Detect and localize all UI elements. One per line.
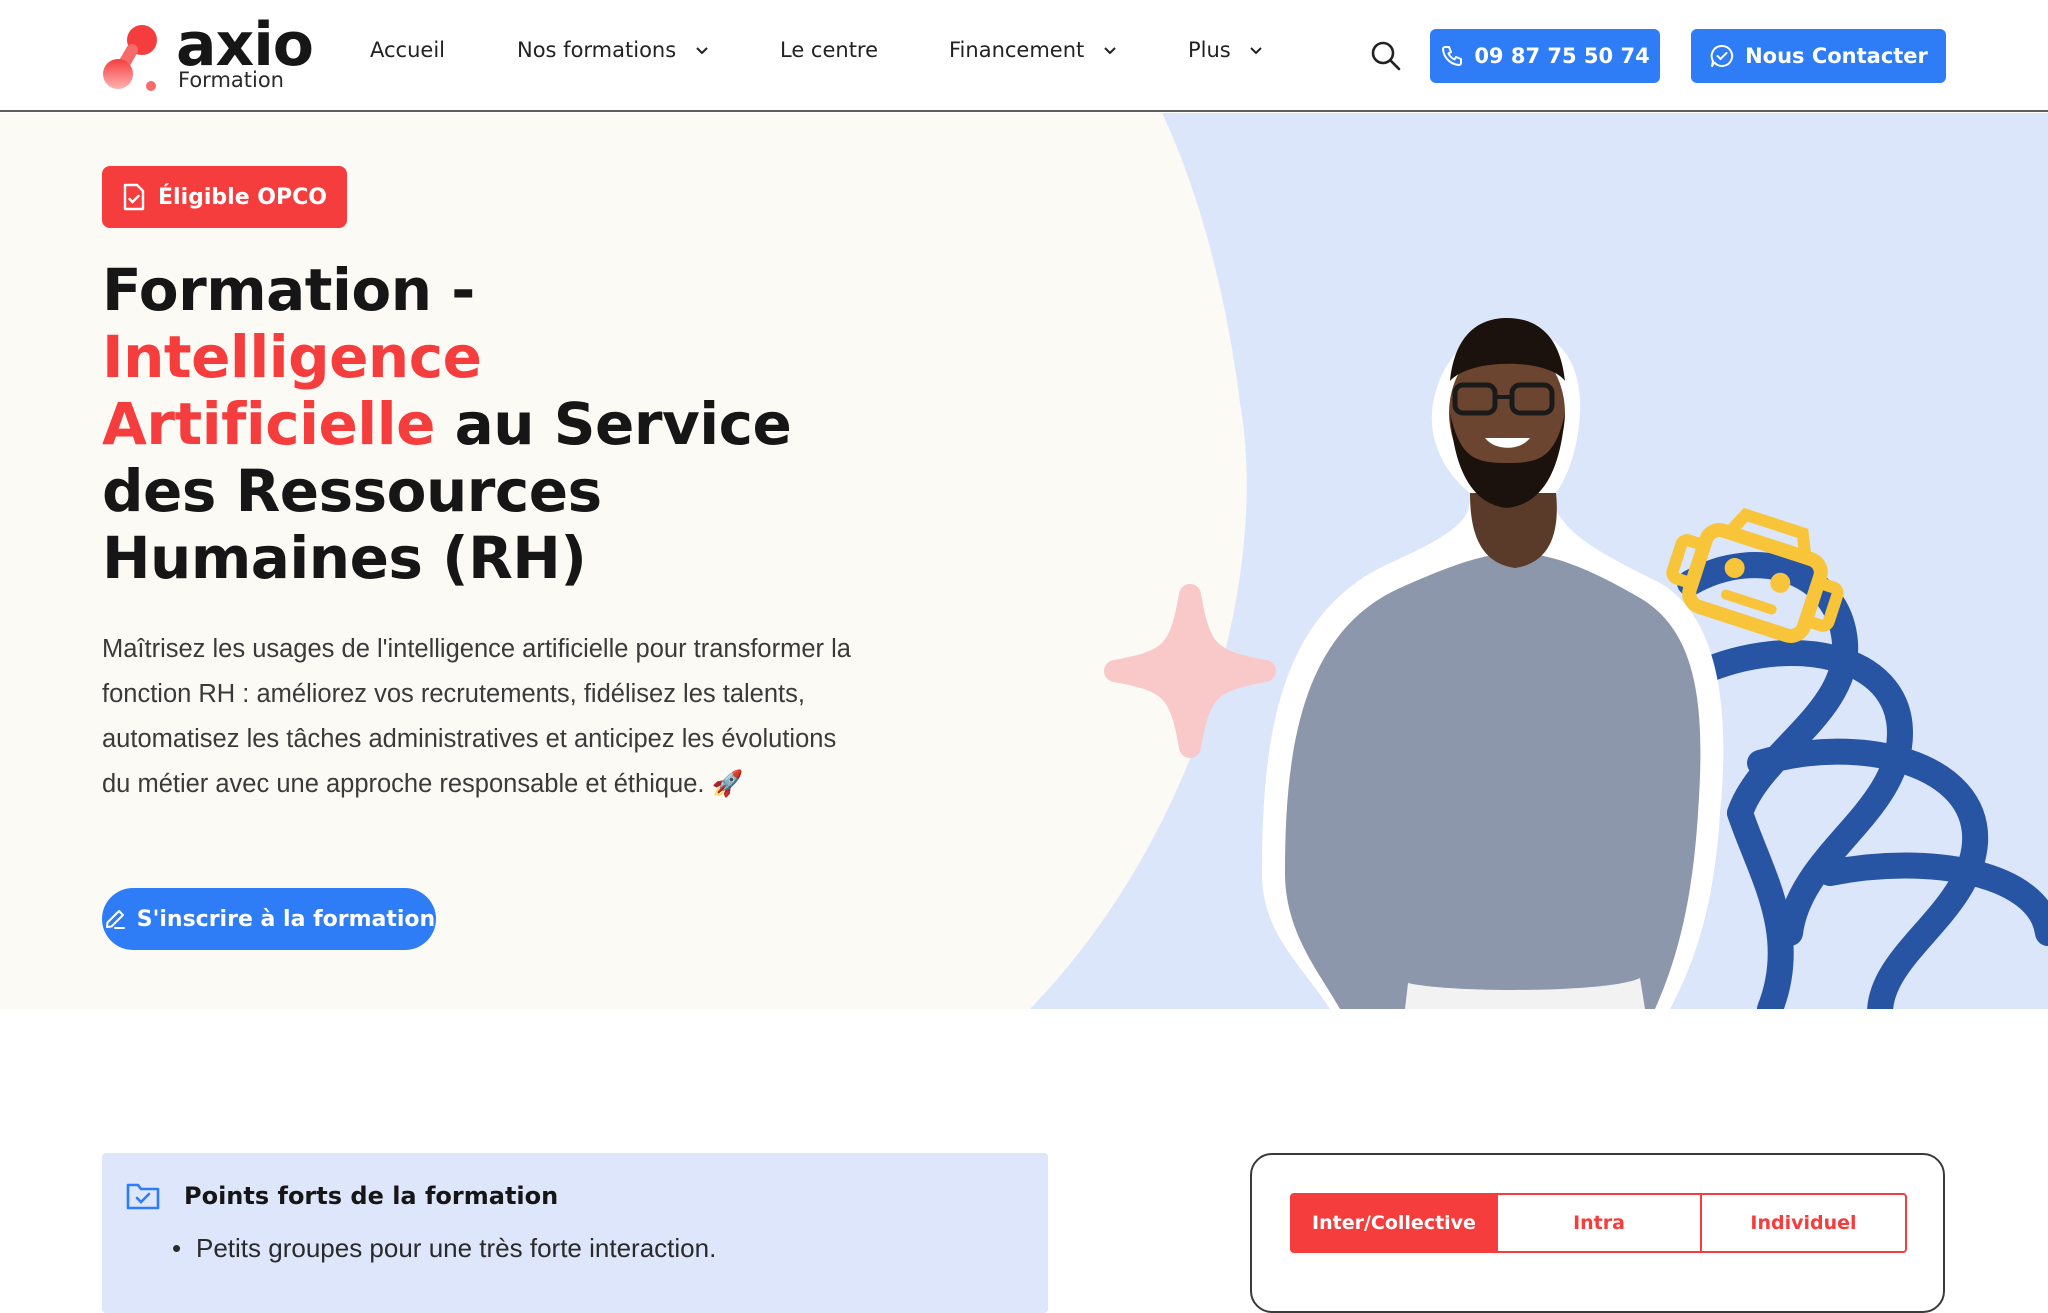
nav-item-nos-formations[interactable]: Nos formations (517, 38, 709, 62)
chevron-down-icon (1104, 47, 1116, 55)
tab-intra[interactable]: Intra (1498, 1193, 1702, 1253)
folder-check-icon (126, 1183, 160, 1210)
features-title: Points forts de la formation (184, 1182, 559, 1210)
phone-button[interactable]: 09 87 75 50 74 (1430, 29, 1660, 83)
features-list: Petits groupes pour une très forte inter… (172, 1233, 716, 1264)
contact-label: Nous Contacter (1745, 44, 1928, 68)
chat-check-icon (1710, 44, 1734, 67)
site-header: axio Formation Accueil Nos formations Le… (0, 0, 2048, 112)
axio-logo[interactable]: axio Formation (102, 10, 324, 94)
search-icon[interactable] (1370, 40, 1402, 72)
features-card: Points forts de la formation Petits grou… (102, 1153, 1048, 1313)
opco-badge: Éligible OPCO (102, 166, 347, 228)
register-button[interactable]: S'inscrire à la formation (102, 888, 436, 950)
nav-item-label: Nos formations (517, 38, 677, 62)
nav-item-accueil[interactable]: Accueil (370, 38, 445, 62)
tab-individuel[interactable]: Individuel (1702, 1193, 1907, 1253)
brand-subtitle: Formation (178, 68, 284, 92)
chevron-down-icon (696, 47, 708, 55)
nav-item-plus[interactable]: Plus (1188, 38, 1263, 62)
nav-item-label: Plus (1188, 38, 1231, 62)
document-check-icon (123, 183, 145, 211)
phone-number: 09 87 75 50 74 (1474, 44, 1650, 68)
nav-item-le-centre[interactable]: Le centre (780, 38, 878, 62)
hero-section: Éligible OPCO Formation - Intelligence Art… (0, 113, 2048, 1009)
logo-mark-icon (103, 25, 157, 91)
title-highlight-1: Intelligence (102, 323, 482, 391)
pricing-card: Inter/Collective Intra Individuel (1250, 1153, 1945, 1313)
list-item: Petits groupes pour une très forte inter… (172, 1233, 716, 1264)
nav-item-label: Financement (949, 38, 1085, 62)
nav-item-label: Le centre (780, 38, 879, 62)
title-highlight-2: Artificielle (102, 390, 435, 458)
nav-item-label: Accueil (370, 38, 445, 62)
badge-label: Éligible OPCO (158, 184, 327, 210)
tab-inter-collective[interactable]: Inter/Collective (1290, 1193, 1498, 1253)
nav-item-financement[interactable]: Financement (949, 38, 1117, 62)
pricing-tabs: Inter/Collective Intra Individuel (1290, 1193, 1907, 1253)
phone-icon (1442, 46, 1463, 66)
hero-description: Maîtrisez les usages de l'intelligence a… (102, 635, 851, 798)
page-title: Formation - Intelligence Artificielle au S… (102, 257, 862, 592)
chevron-down-icon (1250, 47, 1263, 55)
register-label: S'inscrire à la formation (136, 906, 436, 932)
title-part-1: Formation - (102, 256, 475, 324)
features-header: Points forts de la formation (126, 1181, 558, 1211)
pencil-icon (105, 910, 125, 929)
contact-button[interactable]: Nous Contacter (1691, 29, 1946, 83)
